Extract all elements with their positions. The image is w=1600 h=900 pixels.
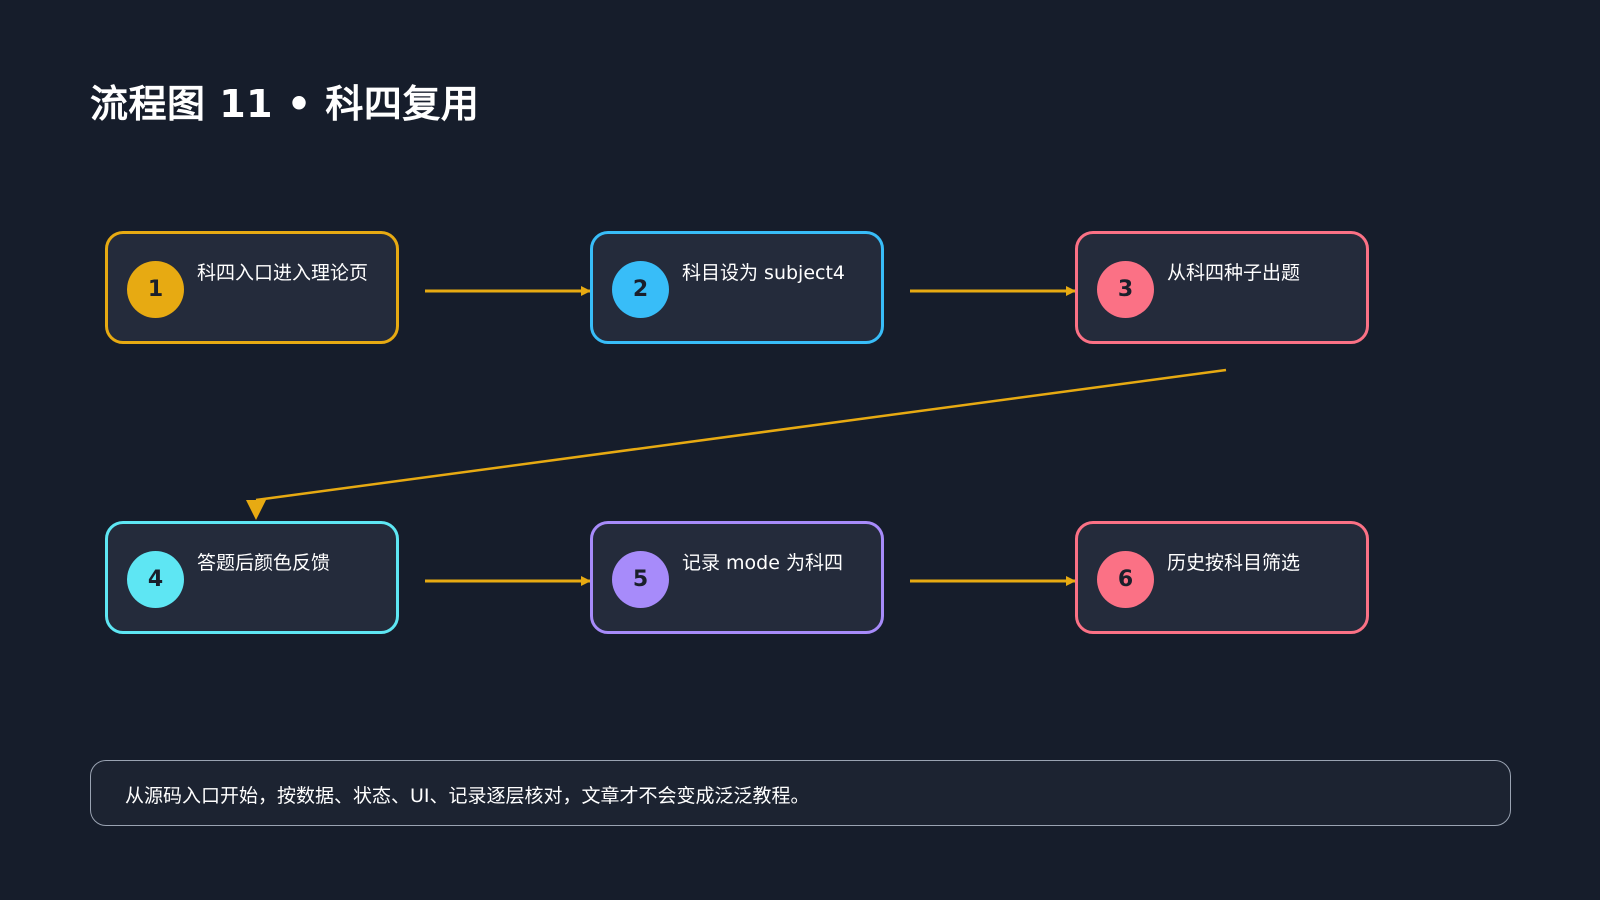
footer-note-box: 从源码入口开始，按数据、状态、UI、记录逐层核对，文章才不会变成泛泛教程。 xyxy=(90,760,1511,826)
step-number-badge: 6 xyxy=(1097,551,1154,608)
step-number-badge: 2 xyxy=(612,261,669,318)
step-node-2: 2 科目设为 subject4 xyxy=(590,231,884,344)
step-label: 历史按科目筛选 xyxy=(1167,552,1301,574)
step-label: 科目设为 subject4 xyxy=(682,262,845,284)
flowchart-page: 流程图 11 • 科四复用 1 科四入口进入理论页 2 科目设为 subject… xyxy=(0,0,1600,900)
step-node-4: 4 答题后颜色反馈 xyxy=(105,521,399,634)
step-number-badge: 5 xyxy=(612,551,669,608)
step-node-3: 3 从科四种子出题 xyxy=(1075,231,1369,344)
arrow-3-to-4-head xyxy=(246,500,266,520)
arrow-3-to-4 xyxy=(255,368,1227,502)
step-label: 科四入口进入理论页 xyxy=(197,262,369,284)
step-number-badge: 1 xyxy=(127,261,184,318)
step-node-1: 1 科四入口进入理论页 xyxy=(105,231,399,344)
step-label: 答题后颜色反馈 xyxy=(197,552,331,574)
step-node-6: 6 历史按科目筛选 xyxy=(1075,521,1369,634)
step-label: 记录 mode 为科四 xyxy=(682,552,843,574)
step-node-5: 5 记录 mode 为科四 xyxy=(590,521,884,634)
footer-note-text: 从源码入口开始，按数据、状态、UI、记录逐层核对，文章才不会变成泛泛教程。 xyxy=(125,785,810,807)
step-number-badge: 3 xyxy=(1097,261,1154,318)
step-label: 从科四种子出题 xyxy=(1167,262,1301,284)
step-number-badge: 4 xyxy=(127,551,184,608)
